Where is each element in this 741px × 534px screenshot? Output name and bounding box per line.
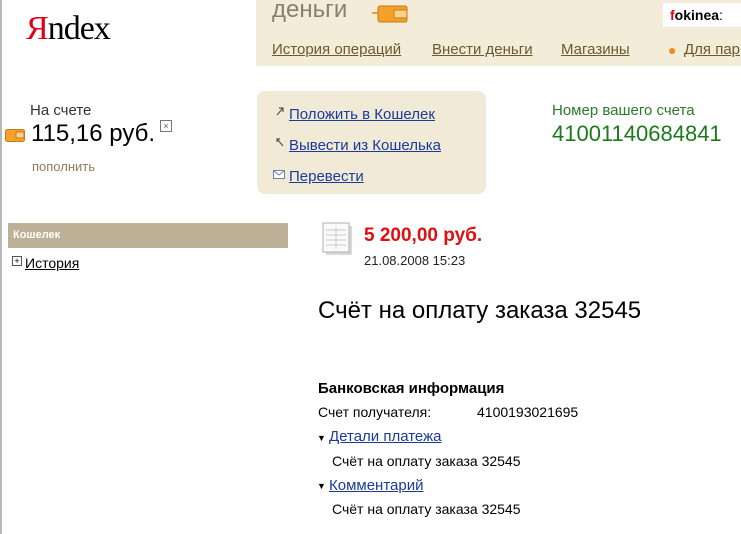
topup-link[interactable]: пополнить — [32, 159, 95, 174]
balance-value: 115,16 руб. — [31, 120, 156, 147]
wallet-icon — [372, 5, 408, 23]
logo-first-letter: Я — [26, 10, 49, 47]
payment-details-toggle[interactable]: Детали платежа — [329, 428, 442, 445]
account-number-label: Номер вашего счета — [552, 102, 695, 119]
caret-down-icon[interactable]: ▼ — [317, 433, 326, 443]
sidebar-item-history[interactable]: История — [25, 255, 79, 271]
recipient-account-value: 4100193021695 — [477, 404, 579, 420]
page-left-border — [0, 0, 2, 534]
wallet-icon — [5, 129, 25, 142]
username-rest: okinea — [674, 7, 720, 23]
plus-icon[interactable]: + — [12, 256, 22, 266]
envelope-icon — [273, 170, 285, 179]
comment-text: Счёт на оплату заказа 32545 — [332, 501, 521, 517]
nav-operation-history[interactable]: История операций — [272, 41, 401, 58]
comment-toggle[interactable]: Комментарий — [329, 477, 423, 494]
payment-details-text: Счёт на оплату заказа 32545 — [332, 453, 521, 469]
yandex-logo[interactable]: Яndex — [26, 10, 111, 48]
logo-rest: ndex — [47, 10, 111, 47]
withdraw-from-wallet-link[interactable]: Вывести из Кошелька — [289, 137, 441, 154]
put-into-wallet-link[interactable]: Положить в Кошелек — [289, 106, 435, 123]
invoice-title: Счёт на оплату заказа 32545 — [318, 297, 642, 324]
username-colon: : — [719, 7, 723, 23]
recipient-account-label: Счет получателя: — [318, 404, 432, 420]
hide-balance-icon[interactable]: × — [160, 120, 172, 132]
arrow-up-icon — [276, 107, 284, 116]
nav-shops[interactable]: Магазины — [561, 41, 630, 58]
nav-deposit-money[interactable]: Внести деньги — [432, 41, 533, 58]
bank-info-heading: Банковская информация — [318, 380, 505, 397]
payment-datetime: 21.08.2008 15:23 — [364, 253, 466, 268]
transfer-link[interactable]: Перевести — [289, 168, 364, 185]
payment-amount: 5 200,00 руб. — [364, 225, 483, 246]
sidebar-title: Кошелек — [13, 229, 61, 241]
nav-for-partners[interactable]: Для пар — [684, 41, 740, 58]
arrow-down-icon — [276, 138, 284, 147]
service-title[interactable]: деньги — [272, 0, 347, 24]
username-link[interactable]: fokinea: — [670, 7, 723, 23]
balance-label: На счете — [30, 102, 92, 119]
bullet-icon: ● — [668, 42, 677, 58]
document-icon — [322, 222, 352, 255]
account-number: 41001140684841 — [552, 121, 722, 146]
caret-down-icon[interactable]: ▼ — [317, 481, 326, 491]
